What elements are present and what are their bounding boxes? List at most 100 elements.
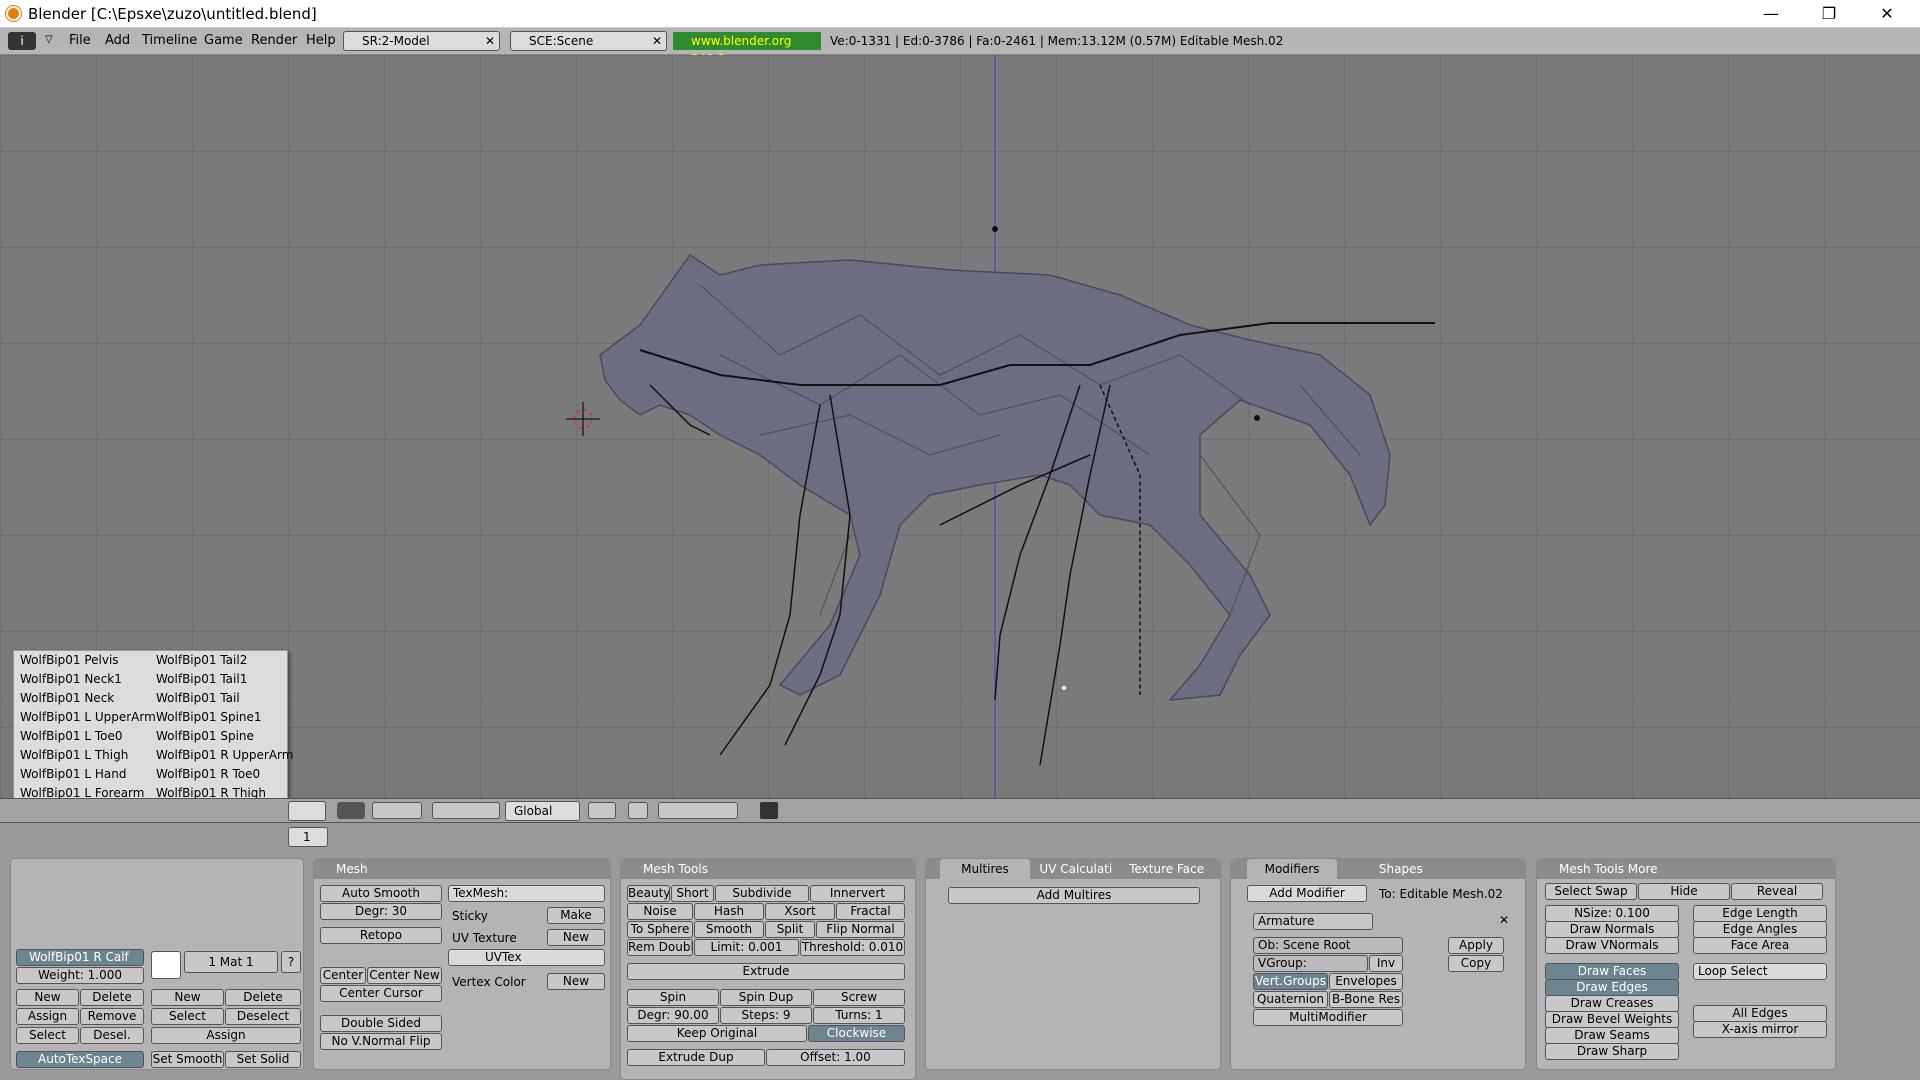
hide-button[interactable]: Hide: [1638, 883, 1730, 900]
spin-button[interactable]: Spin: [627, 989, 719, 1006]
vertex-group-option[interactable]: WolfBip01 Tail2: [150, 651, 288, 670]
viewport-scene[interactable]: [0, 55, 1920, 798]
inv-button[interactable]: Inv: [1369, 955, 1403, 972]
close-button[interactable]: ✕: [1858, 0, 1916, 28]
vgroup-deselect-button[interactable]: Desel.: [80, 1027, 144, 1044]
chevron-down-icon[interactable]: ▽: [45, 34, 53, 45]
smooth-degree-field[interactable]: Degr: 30: [320, 903, 442, 920]
set-solid-button[interactable]: Set Solid: [225, 1051, 301, 1068]
center-cursor-button[interactable]: Center Cursor: [320, 985, 442, 1002]
vertex-group-option[interactable]: WolfBip01 Neck: [14, 689, 150, 708]
vertex-group-option[interactable]: WolfBip01 R UpperArm: [150, 746, 293, 765]
face-area-button[interactable]: Face Area: [1693, 937, 1827, 954]
close-icon[interactable]: ✕: [1499, 913, 1509, 927]
editor-type-icon[interactable]: i: [8, 32, 36, 50]
uv-texture-new-button[interactable]: New: [547, 929, 605, 946]
material-assign-button[interactable]: Assign: [151, 1027, 301, 1044]
beauty-button[interactable]: Beauty: [627, 885, 670, 902]
edge-angles-button[interactable]: Edge Angles: [1693, 921, 1827, 938]
3d-viewport[interactable]: [0, 55, 1920, 798]
vertex-group-option[interactable]: WolfBip01 Neck1: [14, 670, 150, 689]
split-button[interactable]: Split: [765, 921, 815, 938]
material-delete-button[interactable]: Delete: [225, 989, 301, 1006]
autotexspace-button[interactable]: AutoTexSpace: [16, 1051, 144, 1068]
double-sided-button[interactable]: Double Sided: [320, 1015, 442, 1032]
menu-file[interactable]: File: [69, 33, 91, 48]
xsort-button[interactable]: Xsort: [765, 903, 835, 920]
weight-field[interactable]: Weight: 1.000: [16, 967, 144, 984]
mesh-tools-title[interactable]: Mesh Tools: [621, 859, 915, 879]
clockwise-button[interactable]: Clockwise: [808, 1025, 905, 1042]
to-sphere-button[interactable]: To Sphere: [627, 921, 693, 938]
draw-faces-button[interactable]: Draw Faces: [1545, 963, 1679, 980]
threshold-field[interactable]: Threshold: 0.010: [800, 939, 905, 956]
retopo-button[interactable]: Retopo: [320, 927, 442, 944]
mesh-tools-more-title[interactable]: Mesh Tools More: [1537, 859, 1835, 879]
tab-shapes[interactable]: Shapes: [1341, 859, 1461, 879]
material-select-button[interactable]: Select: [151, 1008, 224, 1025]
vgroup-select-button[interactable]: Select: [16, 1027, 79, 1044]
tab-texture-face[interactable]: Texture Face: [1122, 859, 1212, 879]
draw-vnormals-button[interactable]: Draw VNormals: [1545, 937, 1679, 954]
noise-button[interactable]: Noise: [627, 903, 693, 920]
vert-groups-button[interactable]: Vert.Groups: [1253, 973, 1328, 990]
material-deselect-button[interactable]: Deselect: [225, 1008, 301, 1025]
scene-selector[interactable]: SCE:Scene ✕: [510, 31, 667, 51]
pivot-button[interactable]: [372, 802, 422, 819]
menu-help[interactable]: Help: [306, 33, 336, 48]
center-button[interactable]: Center: [320, 967, 366, 984]
draw-sharp-button[interactable]: Draw Sharp: [1545, 1043, 1679, 1060]
vertex-group-option[interactable]: WolfBip01 Spine: [150, 727, 288, 746]
render-icon[interactable]: [760, 802, 778, 819]
flip-normal-button[interactable]: Flip Normal: [816, 921, 905, 938]
texmesh-field[interactable]: TexMesh:: [448, 885, 605, 902]
vgroup-assign-button[interactable]: Assign: [16, 1008, 79, 1025]
steps-field[interactable]: Steps: 9: [720, 1007, 812, 1024]
material-new-button[interactable]: New: [151, 989, 224, 1006]
rem-doubles-button[interactable]: Rem Doubl: [627, 939, 693, 956]
degree-field[interactable]: Degr: 90.00: [627, 1007, 719, 1024]
proportional-edit-button[interactable]: [588, 802, 616, 819]
minimize-button[interactable]: —: [1742, 0, 1800, 28]
loop-select-select[interactable]: Loop Select: [1693, 963, 1827, 980]
vertex-group-option[interactable]: WolfBip01 Tail: [150, 689, 288, 708]
draw-creases-button[interactable]: Draw Creases: [1545, 995, 1679, 1012]
select-mode-buttons[interactable]: [658, 802, 738, 819]
draw-edges-button[interactable]: Draw Edges: [1545, 979, 1679, 996]
mesh-panel-title[interactable]: Mesh: [314, 859, 610, 879]
uvtex-layer-field[interactable]: UVTex: [448, 949, 605, 966]
ob-field[interactable]: Ob: Scene Root: [1253, 937, 1403, 954]
vertex-group-option[interactable]: WolfBip01 L UpperArm: [14, 708, 156, 727]
vgroup-remove-button[interactable]: Remove: [80, 1008, 144, 1025]
manipulator-buttons[interactable]: [432, 802, 500, 819]
vertex-group-option[interactable]: WolfBip01 L Hand: [14, 765, 150, 784]
material-color-swatch[interactable]: [151, 951, 181, 979]
menu-add[interactable]: Add: [105, 33, 130, 48]
subdivide-button[interactable]: Subdivide: [715, 885, 809, 902]
menu-render[interactable]: Render: [251, 33, 297, 48]
material-help-button[interactable]: ?: [281, 951, 301, 973]
extrude-dup-button[interactable]: Extrude Dup: [627, 1049, 765, 1066]
envelopes-button[interactable]: Envelopes: [1329, 973, 1403, 990]
screen-selector[interactable]: SR:2-Model ✕: [343, 31, 500, 51]
vertex-color-new-button[interactable]: New: [547, 973, 605, 990]
limit-field[interactable]: Limit: 0.001: [694, 939, 799, 956]
menu-game[interactable]: Game: [204, 33, 243, 48]
vertex-group-option[interactable]: WolfBip01 Pelvis: [14, 651, 150, 670]
armature-modifier-name[interactable]: Armature: [1253, 913, 1373, 930]
blender-url[interactable]: www.blender.org 249.2: [673, 32, 821, 66]
vertex-group-option[interactable]: WolfBip01 L Toe0: [14, 727, 150, 746]
vertex-group-option[interactable]: WolfBip01 Spine1: [150, 708, 288, 727]
innervert-select[interactable]: Innervert: [810, 885, 905, 902]
copy-button[interactable]: Copy: [1448, 955, 1504, 972]
vertex-group-option[interactable]: WolfBip01 L Thigh: [14, 746, 150, 765]
center-new-button[interactable]: Center New: [367, 967, 442, 984]
auto-smooth-button[interactable]: Auto Smooth: [320, 885, 442, 902]
spin-dup-button[interactable]: Spin Dup: [720, 989, 812, 1006]
close-icon[interactable]: ✕: [652, 32, 662, 50]
screw-button[interactable]: Screw: [813, 989, 905, 1006]
draw-bevel-weights-button[interactable]: Draw Bevel Weights: [1545, 1011, 1679, 1028]
x-axis-mirror-button[interactable]: X-axis mirror: [1693, 1021, 1827, 1038]
select-swap-button[interactable]: Select Swap: [1545, 883, 1637, 900]
short-button[interactable]: Short: [671, 885, 714, 902]
